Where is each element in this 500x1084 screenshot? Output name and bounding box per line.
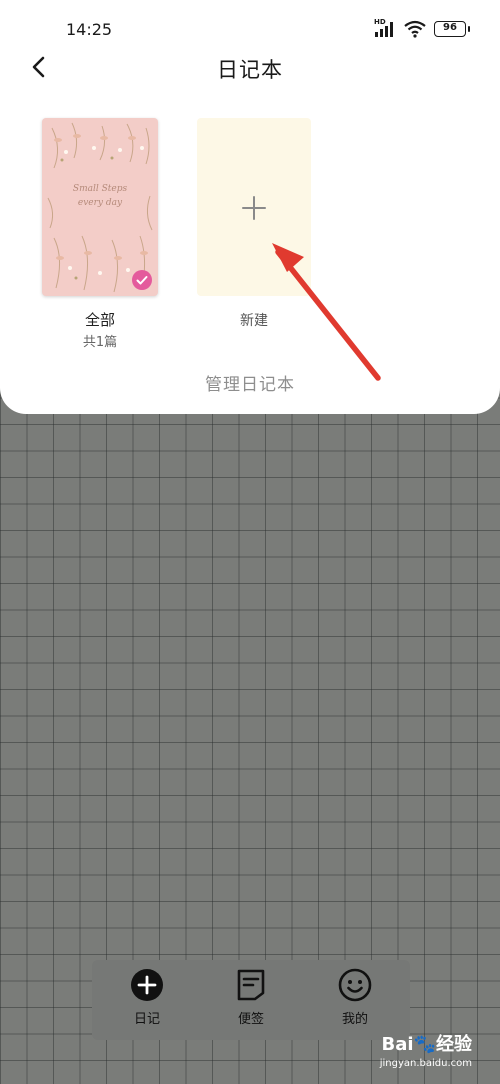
paw-icon: 🐾 <box>413 1034 436 1055</box>
battery-icon: 96 <box>434 21 470 37</box>
nav-header: 日记本 <box>0 44 500 90</box>
watermark-brand-text: Bai <box>381 1034 414 1055</box>
smiley-icon <box>338 968 372 1002</box>
baidu-jingyan-watermark: Bai🐾经验 jingyan.baidu.com <box>380 1030 472 1069</box>
manage-notebooks-link[interactable]: 管理日记本 <box>0 370 500 395</box>
tab-label-profile: 我的 <box>341 1012 368 1027</box>
tab-diary[interactable]: 日记 <box>110 960 184 1040</box>
tab-profile[interactable]: 我的 <box>318 960 392 1040</box>
tab-label-diary: 日记 <box>133 1012 160 1027</box>
notebook-sheet: 14:25 HD 96 日记本 Small Steps every day 全部… <box>0 0 500 414</box>
status-time: 14:25 <box>66 20 113 39</box>
watermark-brand-suffix: 经验 <box>436 1034 472 1055</box>
notebook-count-all: 共1篇 <box>82 335 118 350</box>
status-icons: HD 96 <box>374 18 470 39</box>
notebook-label-all: 全部 <box>84 311 115 329</box>
plus-circle-icon <box>131 969 163 1001</box>
new-notebook-label: 新建 <box>240 313 268 329</box>
new-notebook-button[interactable] <box>197 118 311 296</box>
watermark-brand: Bai🐾经验 <box>380 1030 472 1056</box>
status-bar: 14:25 HD 96 <box>0 0 500 44</box>
watermark-url: jingyan.baidu.com <box>379 1058 472 1069</box>
signal-icon: HD <box>374 18 396 38</box>
cover-text-line-2: every day <box>77 198 123 208</box>
selected-check-icon <box>132 270 152 290</box>
plus-icon <box>242 196 266 220</box>
tab-label-notes: 便签 <box>237 1012 264 1027</box>
cover-text-line-1: Small Steps <box>72 184 128 194</box>
note-icon <box>237 969 265 1001</box>
bottom-tab-bar: 日记 便签 我的 <box>92 960 410 1040</box>
tab-notes[interactable]: 便签 <box>214 960 288 1040</box>
page-title: 日记本 <box>217 58 283 82</box>
wifi-icon <box>404 20 426 38</box>
